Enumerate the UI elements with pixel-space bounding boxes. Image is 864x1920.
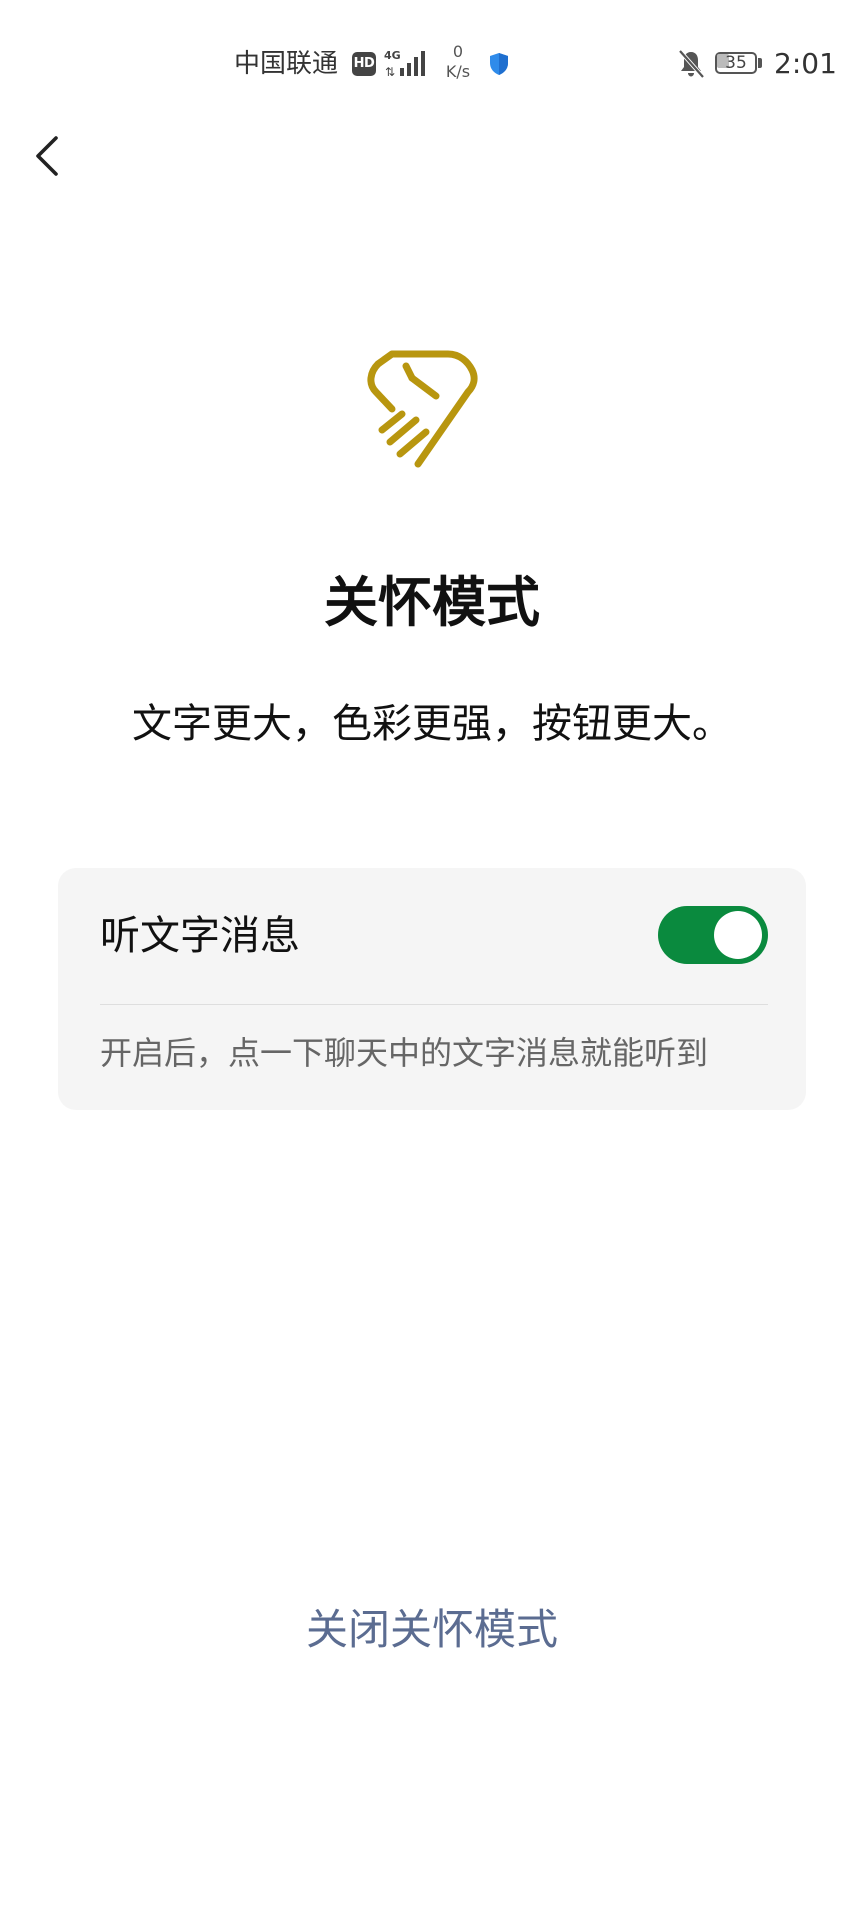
clock: 2:01 [774,47,837,80]
back-button[interactable] [24,126,72,186]
chevron-left-icon [36,136,58,176]
page-subtitle: 文字更大，色彩更强，按钮更大。 [132,701,732,747]
hd-badge: HD [352,52,376,76]
toggle-knob [714,911,762,959]
divider [100,1004,768,1005]
network-speed-unit: K/s [445,62,471,81]
carrier-name: 中国联通 [234,49,339,79]
status-bar: 中国联通 HD 4G ⇅ 0 K/s 35 2:01 [0,0,864,130]
shield-icon [490,53,508,75]
signal-icon: 4G ⇅ [384,49,425,78]
network-speed: 0 K/s [440,42,476,82]
page-title: 关怀模式 [324,571,540,634]
network-type: 4G [384,49,401,62]
bell-off-icon [678,49,705,79]
battery-level: 35 [725,53,747,73]
care-heart-hand-icon [367,350,478,468]
listen-text-label: 听文字消息 [100,913,300,959]
network-speed-value: 0 [452,42,464,61]
listen-text-toggle[interactable] [658,906,768,964]
listen-text-hint: 开启后，点一下聊天中的文字消息就能听到 [100,1034,709,1072]
listen-text-card: 听文字消息 开启后，点一下聊天中的文字消息就能听到 [58,868,806,1110]
battery-indicator: 35 [715,52,763,76]
close-care-mode-button[interactable]: 关闭关怀模式 [0,1600,864,1660]
svg-text:⇅: ⇅ [385,65,395,78]
